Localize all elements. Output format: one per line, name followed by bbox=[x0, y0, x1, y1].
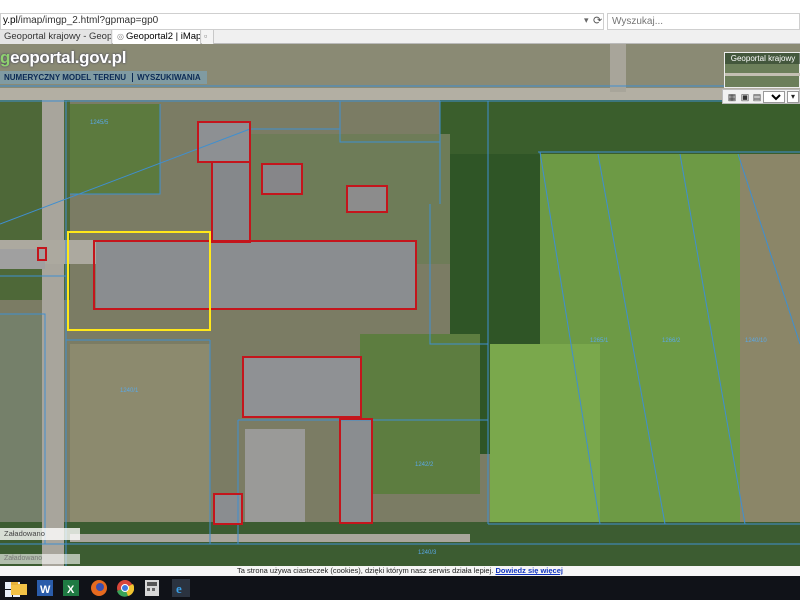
parcel-label: 1245/5 bbox=[90, 120, 109, 126]
page-favicon-icon: ◎ bbox=[117, 32, 124, 41]
parcel-label: 1240/10 bbox=[745, 338, 767, 344]
building-roof bbox=[212, 162, 250, 242]
browser-search-box[interactable] bbox=[607, 13, 800, 30]
chevron-down-icon[interactable]: ▾ bbox=[787, 91, 799, 103]
windows-taskbar: W X e bbox=[0, 576, 800, 600]
parcel-label: 1265/1 bbox=[590, 338, 609, 344]
layer-status-secondary: Załadowano bbox=[0, 554, 80, 564]
cookie-more-link[interactable]: Dowiedz się więcej bbox=[495, 566, 563, 575]
format-select[interactable]: pdf bbox=[763, 91, 785, 103]
road-south bbox=[70, 534, 470, 542]
field-lighter bbox=[490, 344, 600, 524]
bare-lot-west bbox=[0, 314, 45, 544]
tab-geoportal-krajowy[interactable]: Geoportal krajowy - Geoportal 2 bbox=[0, 30, 112, 44]
address-url[interactable]: y.pl/imap/imgp_2.html?gpmap=gp0 bbox=[3, 15, 158, 26]
search-input[interactable] bbox=[608, 14, 788, 29]
building-roof bbox=[198, 122, 250, 162]
svg-text:e: e bbox=[176, 581, 182, 596]
building-roof bbox=[340, 419, 372, 523]
grid-icon[interactable]: ▦ bbox=[727, 92, 737, 102]
map-menu: NUMERYCZNY MODEL TERENU WYSZUKIWANIA bbox=[0, 71, 207, 84]
tab-imap[interactable]: ◎ Geoportal2 | iMap bbox=[113, 30, 201, 44]
map-toolbar: ▦ ▣ ▤ pdf ▾ bbox=[722, 89, 800, 104]
calculator-icon[interactable] bbox=[143, 579, 161, 597]
building-roof bbox=[347, 186, 387, 212]
tab-bar: Geoportal krajowy - Geoportal 2 ◎Geoport… bbox=[0, 30, 800, 44]
svg-text:W: W bbox=[40, 584, 51, 596]
word-icon[interactable]: W bbox=[36, 579, 54, 597]
cookie-notice: Ta strona używa ciasteczek (cookies), dz… bbox=[0, 566, 800, 576]
address-bar[interactable]: y.pl/imap/imgp_2.html?gpmap=gp0 ▾ ⟳ bbox=[0, 13, 604, 30]
address-dropdown-icon[interactable]: ▾ bbox=[584, 15, 589, 26]
firefox-icon[interactable] bbox=[90, 579, 108, 597]
svg-text:X: X bbox=[67, 584, 75, 596]
tab-label: Geoportal krajowy - Geoportal 2 bbox=[4, 31, 112, 42]
new-tab-button[interactable]: ▫ bbox=[202, 30, 214, 44]
road-north bbox=[0, 88, 800, 100]
menu-item-search[interactable]: WYSZUKIWANIA bbox=[133, 71, 207, 84]
excel-icon[interactable]: X bbox=[62, 579, 80, 597]
browser-toolbar: y.pl/imap/imgp_2.html?gpmap=gp0 ▾ ⟳ bbox=[0, 0, 800, 30]
parcel-label: 1240/3 bbox=[418, 550, 437, 556]
layer-status: Załadowano bbox=[0, 528, 80, 540]
lawn-center bbox=[360, 334, 480, 494]
parcel-label: 1266/2 bbox=[662, 338, 681, 344]
parking-lot bbox=[245, 429, 305, 524]
overview-title: Geoportal krajowy bbox=[725, 53, 800, 64]
tab-label: Geoportal2 | iMap bbox=[126, 31, 201, 42]
reload-icon[interactable]: ⟳ bbox=[593, 14, 602, 27]
overview-map[interactable]: Geoportal krajowy bbox=[724, 52, 800, 88]
print-icon[interactable]: ▤ bbox=[752, 92, 762, 102]
parcel-label: 1240/1 bbox=[120, 388, 139, 394]
building-roof bbox=[262, 164, 302, 194]
bare-lot-southwest bbox=[70, 344, 210, 544]
map-view[interactable]: 1265/1 1266/2 1240/1 1242/2 1245/5 1240/… bbox=[0, 44, 800, 566]
orthophoto-map[interactable]: 1265/1 1266/2 1240/1 1242/2 1245/5 1240/… bbox=[0, 44, 800, 566]
geoportal-logo[interactable]: geoportal.gov.pl bbox=[0, 48, 126, 68]
save-icon[interactable]: ▣ bbox=[740, 92, 750, 102]
cookie-text: Ta strona używa ciasteczek (cookies), dz… bbox=[237, 566, 494, 575]
file-explorer-icon[interactable] bbox=[10, 579, 28, 597]
overview-road bbox=[725, 73, 800, 76]
road-east bbox=[610, 44, 626, 92]
chrome-icon[interactable] bbox=[116, 579, 134, 597]
internet-explorer-icon[interactable]: e bbox=[172, 579, 190, 597]
parcel-label: 1242/2 bbox=[415, 462, 434, 468]
menu-item-terrain-model[interactable]: NUMERYCZNY MODEL TERENU bbox=[0, 71, 132, 84]
building-roof bbox=[96, 242, 416, 308]
building-roof bbox=[244, 358, 360, 416]
